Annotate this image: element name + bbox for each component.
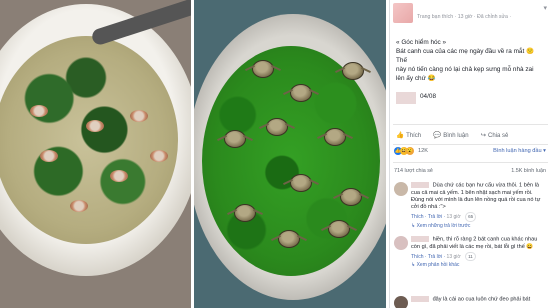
post-date: 04/08 [420,93,436,100]
crab-piece [130,110,148,122]
view-more-replies-link[interactable]: ↳ Xem phản hồi khác [411,262,546,269]
avatar[interactable] [394,182,408,196]
comment-count[interactable]: 1.5K bình luận [511,168,546,174]
post-text-line: Bát canh cua của các mẹ ngày đầu về ra m… [396,48,534,64]
post-text-line: lên ấy chứ 😂 [396,75,436,82]
divider [393,144,548,145]
crab [340,188,362,206]
comment-meta: Thích · Trả lời · 13 giờ 11 [411,251,546,262]
chevron-down-icon[interactable]: ▾ [543,4,547,12]
comment-time: 13 giờ [446,253,461,260]
redacted-chip [396,92,416,104]
crab [278,230,300,248]
comment-body: hiền, thì rõ ràng 2 bát canh cua khác nh… [411,236,546,269]
post-text-line: này nó tiến càng nó lại chả kẹp sưng mỗ … [396,66,534,73]
divider [393,124,548,125]
crab [328,220,350,238]
reaction-icons[interactable]: 👍 😆 😮 [394,147,414,155]
crab [290,174,312,192]
comment-label: Bình luận [443,133,469,139]
post-header: Trang bạn thích · 13 giờ · Đã chỉnh sửa … [393,2,549,24]
share-button[interactable]: ↪ Chia sẻ [480,131,509,140]
commenter-name-redacted[interactable] [411,182,429,188]
comment-meta: Thích · Trả lời · 13 giờ 65 [411,212,546,222]
crab-piece [86,120,104,132]
comment-like-link[interactable]: Thích [411,254,424,260]
post-text-line: « Góc hiểm hóc » [396,39,447,46]
crab-piece [150,150,168,162]
post-actions: 👍 Thích 💬 Bình luận ↪ Chia sẻ [396,130,546,142]
comment-reply-link[interactable]: Trả lời [428,214,442,220]
post-meta: Trang bạn thích · 13 giờ · Đã chỉnh sửa … [417,14,512,20]
reactions-row: 👍 😆 😮 12K Bình luận hàng đầu ▾ [394,146,548,158]
share-count[interactable]: 714 lượt chia sẻ [394,168,433,174]
comment-text: Dùa chứ các bạn hư cấu vừa thôi. 1 bên l… [411,182,541,211]
crab [342,62,364,80]
comment-reaction-badge[interactable]: 65 [465,212,477,222]
crab-piece [30,105,48,117]
crab [234,204,256,222]
share-icon: ↪ [480,131,487,139]
wow-reaction-icon: 😮 [406,147,414,155]
share-stats: 714 lượt chia sẻ 1.5K bình luận [394,168,548,178]
comment: đây là cái ao cua luôn chứ đeo phải bát [394,296,548,308]
thumbs-up-icon: 👍 [396,131,405,139]
reaction-count[interactable]: 12K [418,148,428,154]
share-label: Chia sẻ [488,133,509,139]
crab-piece [70,200,88,212]
comment: hiền, thì rõ ràng 2 bát canh cua khác nh… [394,236,548,288]
facebook-post: Trang bạn thích · 13 giờ · Đã chỉnh sửa … [389,0,550,308]
crab [252,60,274,78]
comment-icon: 💬 [433,131,442,139]
commenter-name-redacted[interactable] [411,236,429,242]
comment: Dùa chứ các bạn hư cấu vừa thôi. 1 bên l… [394,182,548,232]
comment-text: đây là cái ao cua luôn chứ đeo phải bát [432,296,531,303]
soup [0,36,178,244]
crab-piece [40,150,58,162]
photo-crab-soup[interactable] [0,0,191,308]
post-date-row: 04/08 [396,88,546,110]
avatar[interactable] [394,296,408,308]
comment-time: 13 giờ [446,214,461,221]
crab [266,118,288,136]
comment-body: Dùa chứ các bạn hư cấu vừa thôi. 1 bên l… [411,182,546,230]
like-label: Thích [406,133,422,139]
crab [224,130,246,148]
avatar[interactable] [394,236,408,250]
divider [393,162,548,163]
comment-body: đây là cái ao cua luôn chứ đeo phải bát [411,296,546,304]
view-previous-replies-link[interactable]: ↳ Xem những trả lời trước [411,223,546,230]
page-avatar[interactable] [393,3,413,23]
comment-text: hiền, thì rõ ràng 2 bát canh cua khác nh… [411,236,538,250]
comment-sort-dropdown[interactable]: Bình luận hàng đầu ▾ [493,148,546,154]
like-button[interactable]: 👍 Thích [396,131,422,140]
comment-like-link[interactable]: Thích [411,214,424,220]
comment-reply-link[interactable]: Trả lời [428,254,442,260]
crab [290,84,312,102]
comment-button[interactable]: 💬 Bình luận [433,131,469,140]
crab [324,128,346,146]
comment-reaction-badge[interactable]: 11 [465,251,476,262]
post-text: « Góc hiểm hóc » Bát canh cua của các mẹ… [396,38,546,83]
photo-live-crabs[interactable] [194,0,386,308]
commenter-name-redacted[interactable] [411,296,429,302]
crab-piece [110,170,128,182]
